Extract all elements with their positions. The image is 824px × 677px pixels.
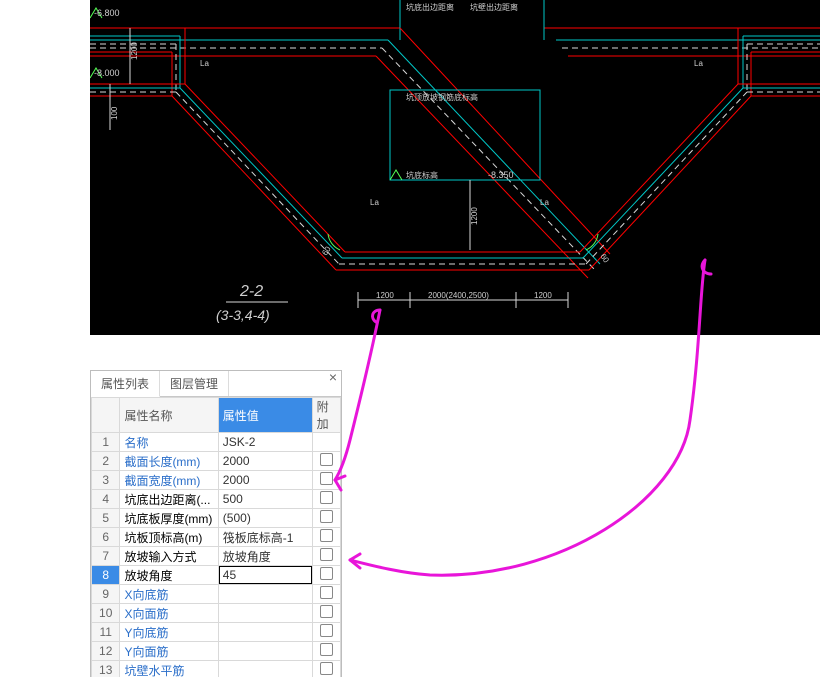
table-row[interactable]: 7放坡输入方式放坡角度 (92, 547, 341, 566)
table-row[interactable]: 1名称JSK-2 (92, 433, 341, 452)
la-l: La (200, 59, 209, 68)
col-extra: 附加 (312, 398, 340, 433)
elev-left-top: -6.800 (94, 8, 120, 18)
dim-1200-v1: 1200 (130, 42, 139, 60)
la-bl: La (370, 198, 379, 207)
section-title: 2-2 (239, 283, 263, 300)
cad-viewport[interactable]: -6.800 -8.000 1200 100 La La La La 坑底出边距… (90, 0, 820, 335)
tab-layers[interactable]: 图层管理 (160, 371, 229, 396)
col-value: 属性值 (218, 398, 312, 433)
dim-1200-l: 1200 (376, 291, 394, 300)
elev-pit: -8.350 (488, 170, 514, 180)
table-row[interactable]: 5坑底板厚度(mm)(500) (92, 509, 341, 528)
elev-left-mid: -8.000 (94, 68, 120, 78)
table-row[interactable]: 2截面长度(mm)2000 (92, 452, 341, 471)
close-icon[interactable]: × (329, 369, 337, 385)
la-r: La (694, 59, 703, 68)
table-row[interactable]: 13坑壁水平筋 (92, 661, 341, 677)
property-table: 属性名称 属性值 附加 1名称JSK-22截面长度(mm)20003截面宽度(m… (91, 397, 341, 677)
section-sub: (3-3,4-4) (216, 307, 270, 323)
property-panel: × 属性列表 图层管理 属性名称 属性值 附加 1名称JSK-22截面长度(mm… (90, 370, 342, 677)
table-row[interactable]: 9X向底筋 (92, 585, 341, 604)
note-pit-top: 坑顶放坡钢筋底标高 (406, 92, 478, 102)
table-row[interactable]: 3截面宽度(mm)2000 (92, 471, 341, 490)
dim-bottom: 2000(2400,2500) (428, 291, 489, 300)
dim-1200-r: 1200 (534, 291, 552, 300)
dim-100: 100 (110, 106, 119, 120)
table-row[interactable]: 12Y向面筋 (92, 642, 341, 661)
dim-60-r: 60 (598, 252, 611, 265)
table-row[interactable]: 8放坡角度45 (92, 566, 341, 585)
dim-1200-v2: 1200 (470, 207, 479, 225)
note-top-right: 坑壁出边距离 (470, 2, 518, 12)
table-row[interactable]: 4坑底出边距离(...500 (92, 490, 341, 509)
la-br: La (540, 198, 549, 207)
note-top-left: 坑底出边距离 (406, 2, 454, 12)
table-row[interactable]: 11Y向底筋 (92, 623, 341, 642)
note-pit-bot: 坑底标高 (406, 170, 438, 180)
col-name: 属性名称 (120, 398, 218, 433)
tab-properties[interactable]: 属性列表 (91, 371, 160, 397)
table-row[interactable]: 6坑板顶标高(m)筏板底标高-1 (92, 528, 341, 547)
table-row[interactable]: 10X向面筋 (92, 604, 341, 623)
